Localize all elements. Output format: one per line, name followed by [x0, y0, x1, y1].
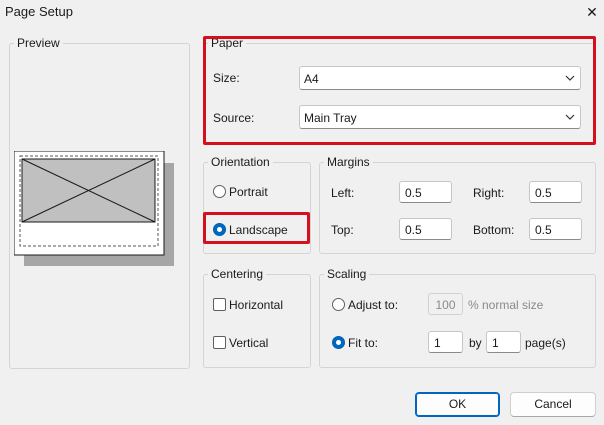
preview-legend: Preview: [17, 36, 60, 50]
horizontal-checkbox[interactable]: [213, 298, 226, 311]
chevron-down-icon: [565, 114, 575, 120]
close-icon[interactable]: ✕: [580, 0, 604, 24]
vertical-label[interactable]: Vertical: [229, 336, 268, 350]
page-preview: [14, 151, 174, 266]
adjust-to-value: 100: [435, 298, 456, 312]
centering-legend: Centering: [211, 267, 264, 281]
adjust-to-suffix: % normal size: [468, 298, 544, 312]
orientation-legend: Orientation: [211, 155, 270, 169]
portrait-radio[interactable]: [213, 185, 226, 198]
source-value: Main Tray: [304, 111, 357, 125]
window-title: Page Setup: [5, 4, 73, 19]
margins-legend: Margins: [327, 155, 370, 169]
fit-to-tall-input[interactable]: 1: [486, 331, 521, 353]
fit-to-wide-value: 1: [434, 336, 441, 350]
fit-to-tall-value: 1: [492, 336, 499, 350]
right-margin-input[interactable]: 0.5: [529, 181, 582, 203]
centering-group: Centering: [203, 267, 311, 368]
landscape-radio[interactable]: [213, 223, 226, 236]
ok-button[interactable]: OK: [415, 392, 500, 417]
top-margin-value: 0.5: [405, 223, 422, 237]
size-label: Size:: [213, 71, 240, 85]
left-margin-input[interactable]: 0.5: [399, 181, 452, 203]
source-dropdown[interactable]: Main Tray: [299, 105, 581, 129]
size-value: A4: [304, 72, 319, 86]
bottom-margin-value: 0.5: [535, 223, 552, 237]
horizontal-label[interactable]: Horizontal: [229, 298, 283, 312]
top-margin-label: Top:: [331, 223, 354, 237]
right-margin-value: 0.5: [535, 186, 552, 200]
left-margin-label: Left:: [331, 186, 355, 200]
by-label: by: [469, 336, 482, 350]
scaling-legend: Scaling: [327, 267, 367, 281]
source-label: Source:: [213, 111, 255, 125]
adjust-to-radio[interactable]: [332, 298, 345, 311]
fit-to-label[interactable]: Fit to:: [348, 336, 378, 350]
fit-to-wide-input[interactable]: 1: [428, 331, 463, 353]
size-dropdown[interactable]: A4: [299, 66, 581, 90]
portrait-label[interactable]: Portrait: [229, 185, 268, 199]
bottom-margin-input[interactable]: 0.5: [529, 218, 582, 240]
vertical-checkbox[interactable]: [213, 336, 226, 349]
orientation-group: Orientation: [203, 155, 311, 254]
paper-legend: Paper: [211, 36, 244, 50]
adjust-to-input[interactable]: 100: [428, 293, 463, 315]
chevron-down-icon: [565, 75, 575, 81]
title-bar: Page Setup ✕: [0, 0, 604, 24]
cancel-button[interactable]: Cancel: [510, 392, 596, 417]
adjust-to-label[interactable]: Adjust to:: [348, 298, 398, 312]
right-margin-label: Right:: [473, 186, 505, 200]
fit-to-radio[interactable]: [332, 336, 345, 349]
landscape-label[interactable]: Landscape: [229, 223, 288, 237]
left-margin-value: 0.5: [405, 186, 422, 200]
bottom-margin-label: Bottom:: [473, 223, 515, 237]
pages-suffix: page(s): [525, 336, 566, 350]
top-margin-input[interactable]: 0.5: [399, 218, 452, 240]
